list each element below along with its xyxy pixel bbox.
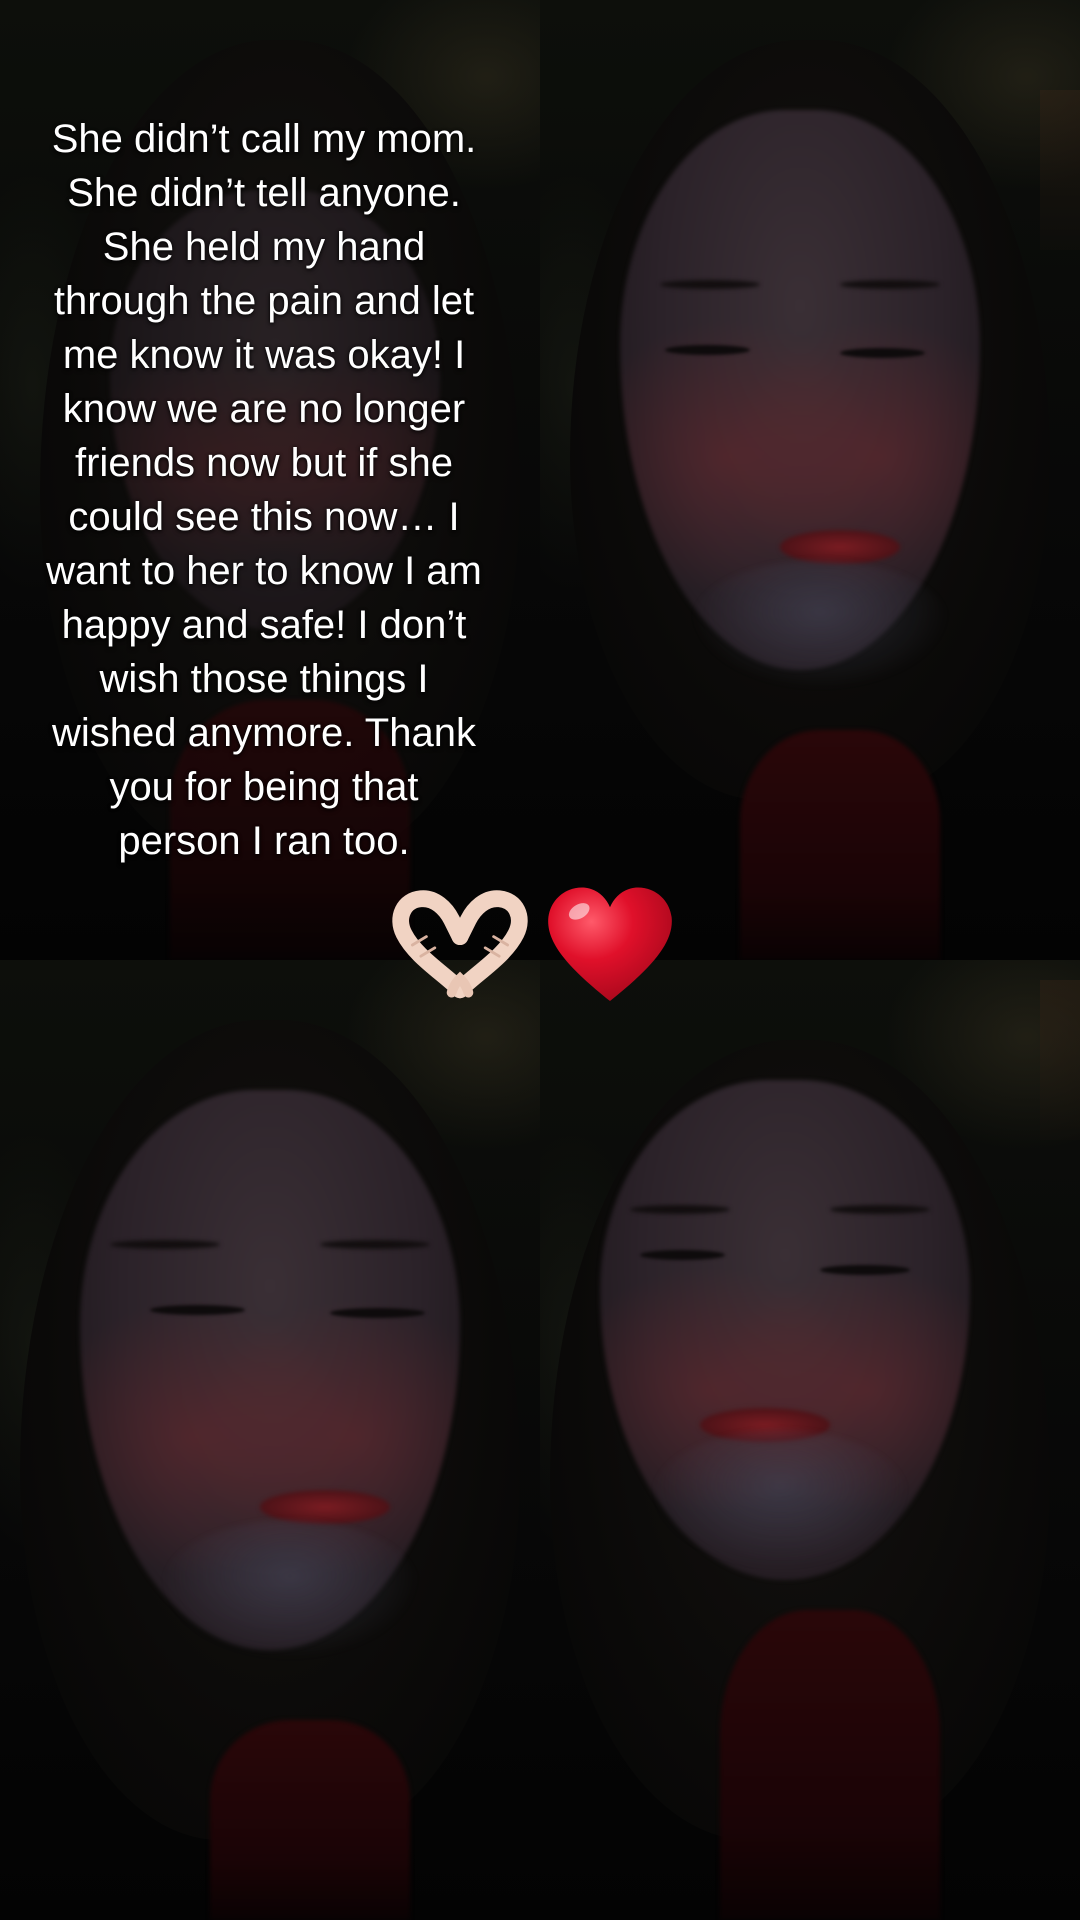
photo-panel-bottom-right <box>540 960 1080 1920</box>
eye-left <box>640 1250 725 1260</box>
lips <box>260 1490 390 1524</box>
eye-right <box>840 348 925 358</box>
chin-highlight <box>160 1520 420 1660</box>
eyebrow-left <box>660 280 760 289</box>
eye-right <box>820 1265 910 1275</box>
video-frame: She didn’t call my mom. She didn’t tell … <box>0 0 1080 1920</box>
eyebrow-left <box>630 1205 730 1214</box>
eye-left <box>665 345 750 355</box>
photo-panel-top-right <box>540 0 1080 960</box>
shirt <box>740 730 940 960</box>
eyebrow-left <box>110 1240 220 1249</box>
photo-panel-bottom-left <box>0 960 540 1920</box>
lips <box>780 530 900 564</box>
emoji-row <box>390 875 680 1015</box>
eye-right <box>330 1308 425 1318</box>
heart-hands-icon <box>390 875 530 1015</box>
shirt <box>720 1610 940 1920</box>
red-heart-icon <box>540 875 680 1015</box>
eyebrow-right <box>320 1240 430 1249</box>
background-shelf <box>1040 980 1080 1140</box>
chin-highlight <box>650 1430 910 1570</box>
shirt <box>210 1720 410 1920</box>
eye-left <box>150 1305 245 1315</box>
caption-text: She didn’t call my mom. She didn’t tell … <box>46 117 482 863</box>
eyebrow-right <box>830 1205 930 1214</box>
chin-highlight <box>690 560 950 690</box>
eyebrow-right <box>840 280 940 289</box>
background-shelf <box>1040 90 1080 250</box>
